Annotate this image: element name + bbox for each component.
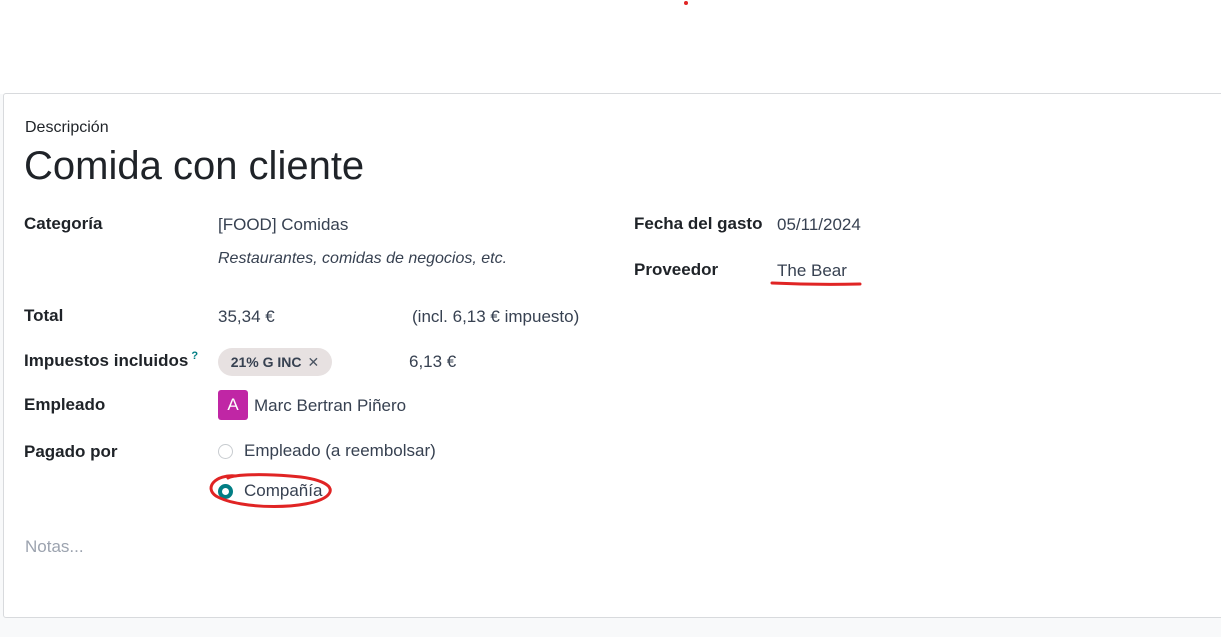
- tax-included-note: (incl. 6,13 € impuesto): [412, 307, 580, 326]
- employee-label: Empleado: [24, 395, 106, 414]
- tax-tag: 21% G INC ✕: [218, 348, 332, 376]
- annotation-dot: [684, 1, 688, 5]
- top-bar: [0, 0, 1221, 94]
- category-label: Categoría: [24, 214, 103, 233]
- notes-field[interactable]: Notas...: [25, 537, 84, 557]
- tax-tag-label: 21% G INC: [230, 354, 302, 370]
- expense-title-field[interactable]: Comida con cliente: [24, 144, 364, 189]
- expense-form-sheet: Descripción Comida con cliente Categoría…: [3, 93, 1221, 618]
- vendor-field[interactable]: The Bear: [777, 261, 847, 281]
- total-amount-field[interactable]: 35,34 €: [218, 307, 275, 327]
- paid-by-option-company[interactable]: Compañía: [218, 481, 322, 501]
- tax-amount: 6,13 €: [409, 352, 457, 371]
- radio-unchecked-icon[interactable]: [218, 443, 233, 459]
- paid-by-label: Pagado por: [24, 442, 118, 461]
- remove-tag-icon[interactable]: ✕: [308, 354, 320, 371]
- paid-by-option-employee[interactable]: Empleado (a reembolsar): [218, 441, 436, 461]
- radio-checked-icon[interactable]: [218, 483, 233, 499]
- expense-date-field[interactable]: 05/11/2024: [777, 215, 861, 235]
- employee-avatar: A: [218, 390, 248, 420]
- paid-by-option-label: Empleado (a reembolsar): [244, 441, 436, 460]
- vendor-label: Proveedor: [634, 260, 719, 279]
- taxes-label: Impuestos incluidos?: [24, 350, 198, 371]
- paid-by-option-label: Compañía: [244, 481, 323, 500]
- help-tooltip-icon[interactable]: ?: [191, 350, 198, 362]
- category-description: Restaurantes, comidas de negocios, etc.: [218, 250, 508, 267]
- taxes-label-text: Impuestos incluidos: [24, 351, 189, 370]
- description-label: Descripción: [25, 119, 109, 136]
- category-field[interactable]: [FOOD] Comidas: [218, 215, 348, 235]
- total-label: Total: [24, 306, 64, 325]
- employee-field[interactable]: Marc Bertran Piñero: [254, 396, 406, 416]
- expense-date-label: Fecha del gasto: [634, 214, 763, 233]
